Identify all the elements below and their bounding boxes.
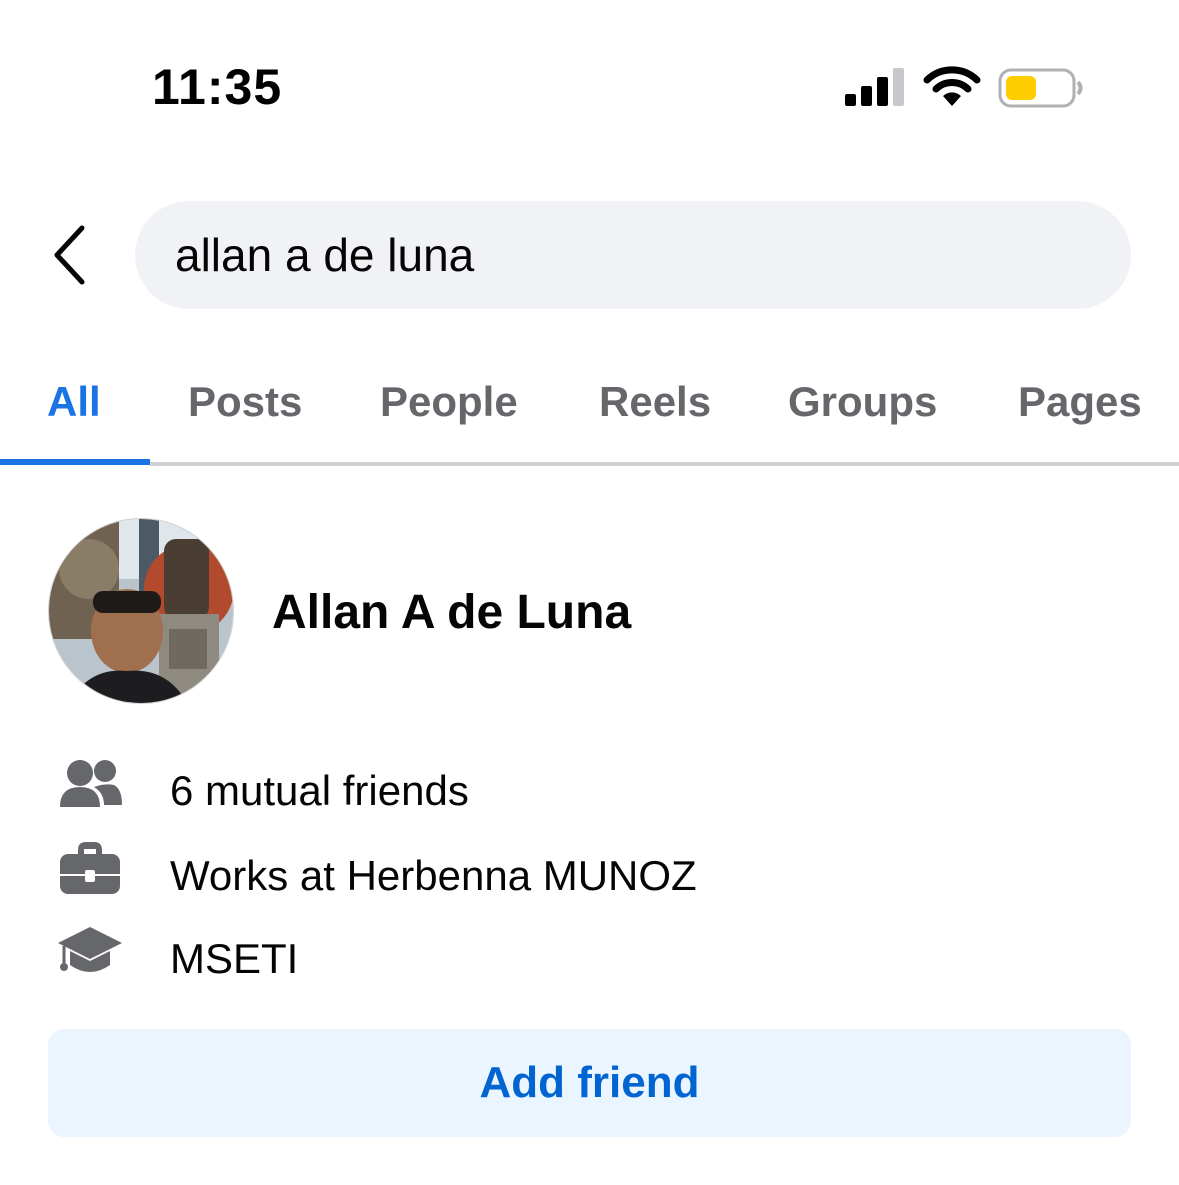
back-button[interactable]: [40, 218, 100, 292]
tab-posts[interactable]: Posts: [188, 378, 302, 426]
work-row: Works at Herbenna MUNOZ: [56, 840, 956, 910]
graduation-cap-icon: [58, 927, 122, 972]
avatar-photo: [49, 519, 233, 703]
profile-name[interactable]: Allan A de Luna: [272, 585, 631, 640]
active-tab-indicator: [0, 459, 150, 465]
search-input[interactable]: [175, 228, 1075, 282]
search-bar[interactable]: [135, 201, 1131, 309]
tab-all[interactable]: All: [47, 378, 101, 426]
profile-avatar[interactable]: [49, 519, 233, 703]
mutual-friends-row: 6 mutual friends: [56, 755, 956, 825]
work-text: Works at Herbenna MUNOZ: [170, 852, 697, 899]
tab-pages[interactable]: Pages: [1018, 378, 1142, 426]
battery-icon: [998, 68, 1083, 108]
chevron-left-icon: [54, 225, 85, 285]
education-text: MSETI: [170, 935, 299, 982]
education-row: MSETI: [56, 923, 956, 993]
mutual-friends-icon: [60, 760, 122, 807]
status-time: 11:35: [152, 59, 283, 115]
briefcase-icon: [60, 842, 120, 894]
cellular-signal-icon: [845, 68, 904, 106]
search-filter-tabs: All Posts People Reels Groups Pages: [0, 360, 1179, 470]
tab-reels[interactable]: Reels: [599, 378, 711, 426]
tab-groups[interactable]: Groups: [788, 378, 937, 426]
tabs-divider: [150, 462, 1179, 466]
add-friend-button[interactable]: Add friend: [48, 1029, 1131, 1137]
tab-people[interactable]: People: [380, 378, 518, 426]
wifi-icon: [923, 66, 981, 106]
status-bar: 11:35: [0, 0, 1179, 150]
mutual-friends-text: 6 mutual friends: [170, 767, 469, 814]
